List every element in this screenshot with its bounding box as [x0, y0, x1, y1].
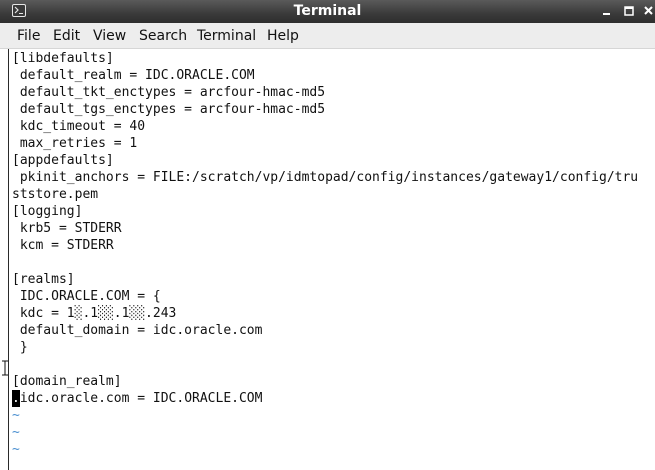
terminal-line: ststore.pem — [12, 187, 99, 202]
terminal-line: default_tgs_enctypes = arcfour-hmac-md5 — [12, 102, 326, 117]
empty-line-tilde: ~ — [12, 442, 20, 457]
terminal-line: [libdefaults] — [12, 51, 114, 66]
terminal-line: default_tkt_enctypes = arcfour-hmac-md5 — [12, 85, 326, 100]
empty-line-tilde: ~ — [12, 425, 20, 440]
terminal-line: pkinit_anchors = FILE:/scratch/vp/idmtop… — [12, 170, 639, 185]
menu-help[interactable]: Help — [267, 27, 299, 45]
terminal-line: kdc = 1░.1░░.1░░.243 — [12, 306, 177, 321]
terminal-line: } — [12, 340, 28, 355]
terminal-line: kcm = STDERR — [12, 238, 114, 253]
menu-file[interactable]: File — [17, 27, 40, 45]
terminal-line: [logging] — [12, 204, 83, 219]
terminal-line: [appdefaults] — [12, 153, 114, 168]
title-bar[interactable]: Terminal — [0, 0, 655, 23]
text-cursor-icon — [1, 360, 9, 376]
terminal-line: kdc_timeout = 40 — [12, 119, 146, 134]
maximize-icon[interactable] — [621, 3, 637, 19]
terminal-line-text: idc.oracle.com = IDC.ORACLE.COM — [19, 391, 263, 406]
text-cursor: . — [12, 390, 20, 407]
menu-bar: File Edit View Search Terminal Help — [0, 23, 655, 49]
close-icon[interactable] — [641, 3, 655, 19]
terminal-screen[interactable]: [libdefaults] default_realm = IDC.ORACLE… — [8, 49, 655, 470]
menu-edit[interactable]: Edit — [53, 27, 80, 45]
menu-terminal[interactable]: Terminal — [197, 27, 256, 45]
empty-line-tilde: ~ — [12, 408, 20, 423]
terminal-line: IDC.ORACLE.COM = { — [12, 289, 161, 304]
window-title: Terminal — [293, 3, 362, 19]
terminal-line: krb5 = STDERR — [12, 221, 122, 236]
terminal-line: max_retries = 1 — [12, 136, 138, 151]
terminal-line: [domain_realm] — [12, 374, 122, 389]
menu-view[interactable]: View — [93, 27, 126, 45]
terminal-window: Terminal File Edit View Search Terminal … — [0, 0, 655, 470]
terminal-line: [realms] — [12, 272, 75, 287]
terminal-line: default_realm = IDC.ORACLE.COM — [12, 68, 255, 83]
terminal-line-cursor: .idc.oracle.com = IDC.ORACLE.COM — [12, 390, 262, 407]
menu-search[interactable]: Search — [139, 27, 187, 45]
minimize-icon[interactable] — [599, 3, 615, 19]
terminal-line: default_domain = idc.oracle.com — [12, 323, 263, 338]
